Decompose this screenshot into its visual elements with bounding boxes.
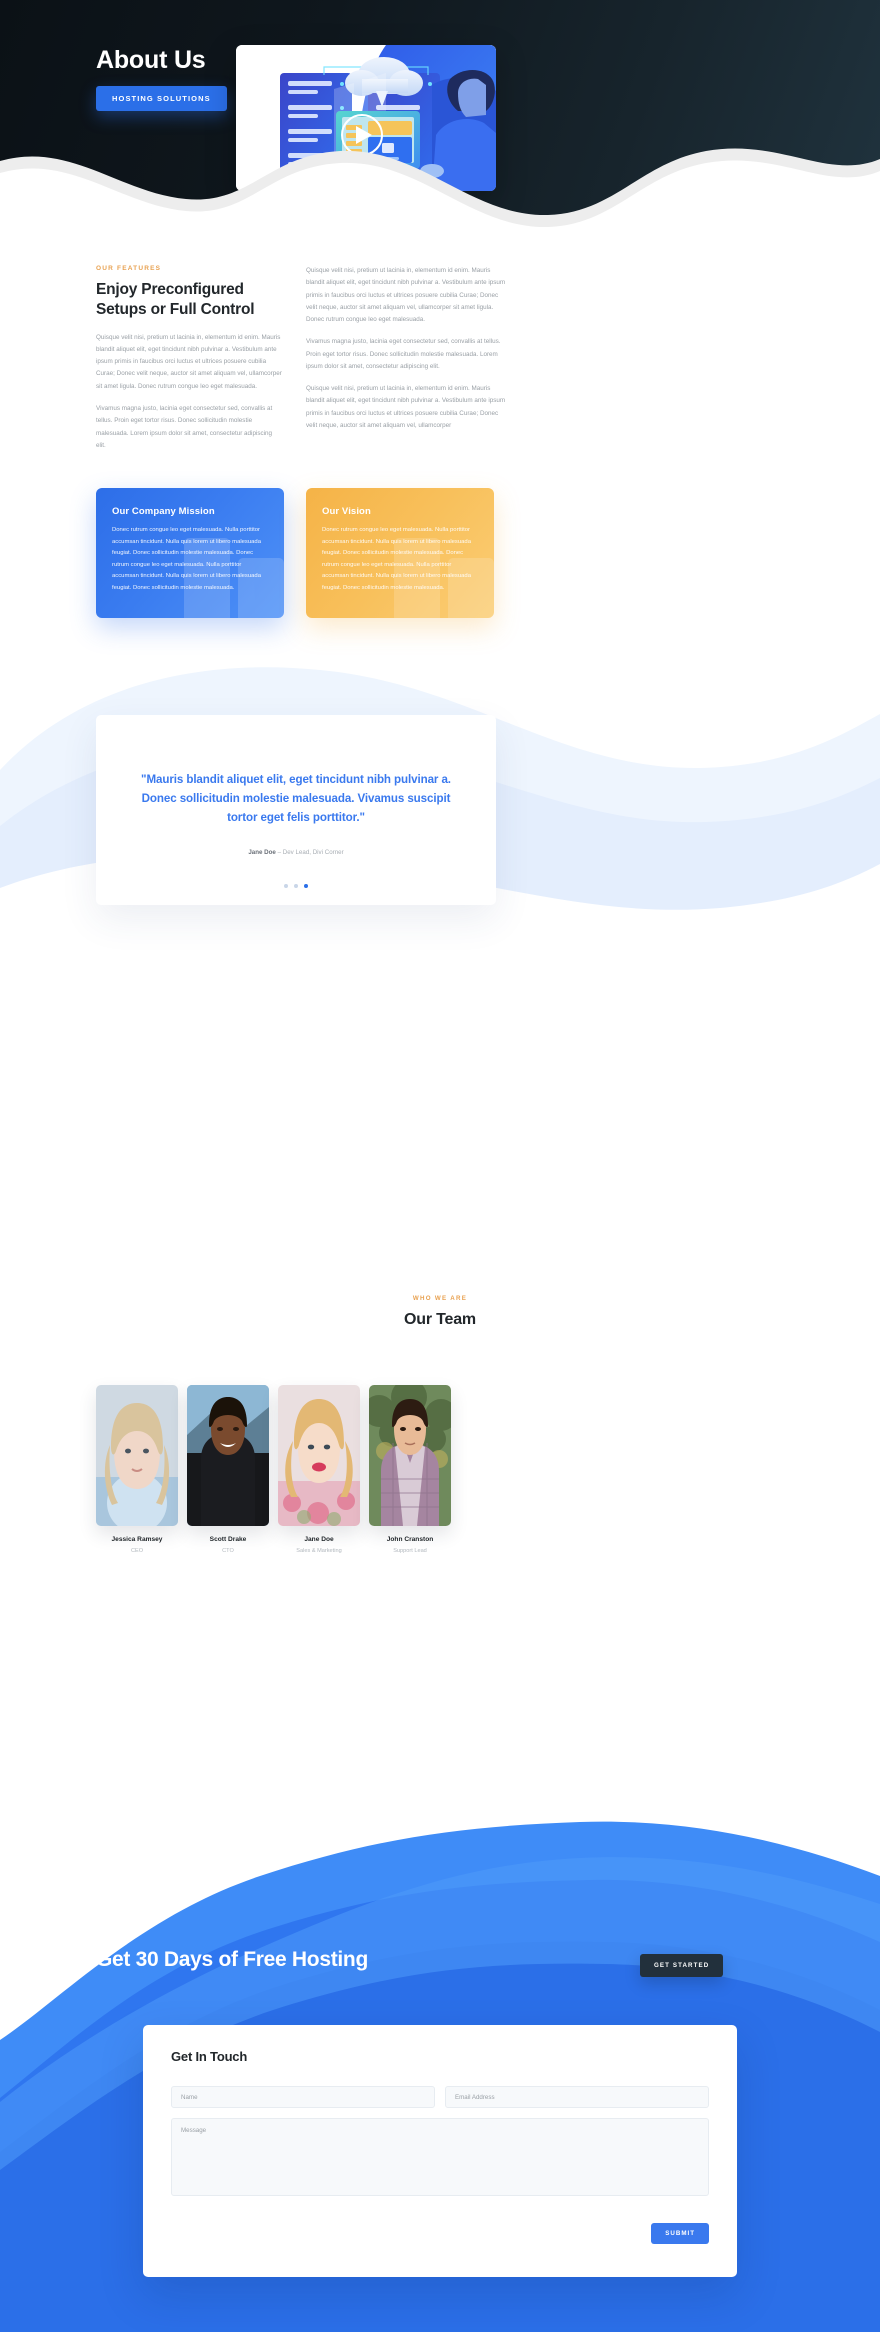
features-section: OUR FEATURES Enjoy Preconfigured Setups … [0,255,880,455]
team-member-name: Scott Drake [209,1536,247,1543]
hero-section: About Us HOSTING SOLUTIONS [0,0,880,235]
mission-card: Our Company Mission Donec rutrum congue … [96,488,284,618]
portrait-john-cranston [369,1385,451,1526]
team-section: WHO WE ARE Our Team Jessica Ramsey CEO S… [0,1295,880,1715]
message-field[interactable] [171,2118,709,2196]
testimonial-author-name: Jane Doe [248,849,276,856]
name-field[interactable] [171,2086,435,2108]
features-paragraph: Quisque velit nisi, pretium ut lacinia i… [306,267,506,324]
portrait-jessica-ramsey [96,1385,178,1526]
features-right-column: Quisque velit nisi, pretium ut lacinia i… [306,265,506,442]
features-paragraph: Quisque velit nisi, pretium ut lacinia i… [306,385,506,429]
features-heading: Enjoy Preconfigured Setups or Full Contr… [96,281,255,318]
team-title: Our Team [404,1311,476,1328]
submit-row: SUBMIT [171,2223,709,2244]
portrait-jane-doe [278,1385,360,1526]
email-field[interactable] [445,2086,709,2108]
portrait-scott-drake [187,1385,269,1526]
slider-dot-1[interactable] [284,884,288,888]
promo-cards-section: Our Company Mission Donec rutrum congue … [0,488,880,623]
team-member[interactable]: John Cranston Support Lead [369,1385,451,1554]
team-member-name: John Cranston [386,1536,434,1543]
mission-card-title: Our Company Mission [112,506,215,517]
testimonial-section: "Mauris blandit aliquet elit, eget tinci… [0,650,880,980]
team-member-role: Sales & Marketing [296,1548,342,1554]
avatar [187,1385,269,1526]
vision-card: Our Vision Donec rutrum congue leo eget … [306,488,494,618]
features-paragraph: Vivamus magna justo, lacinia eget consec… [306,338,501,370]
slider-dot-3[interactable] [304,884,308,888]
team-member[interactable]: Scott Drake CTO [187,1385,269,1554]
page-title: About Us [96,46,206,74]
team-member-role: CEO [130,1548,144,1554]
team-member[interactable]: Jane Doe Sales & Marketing [278,1385,360,1554]
team-member-name: Jessica Ramsey [111,1536,163,1543]
team-eyebrow: WHO WE ARE [412,1295,468,1302]
team-member-name: Jane Doe [304,1536,334,1543]
team-members-list: Jessica Ramsey CEO Scott Drake CTO Jane … [96,1385,784,1554]
avatar [369,1385,451,1526]
hero-wave-divider [0,148,880,235]
slider-dots[interactable] [96,884,496,888]
contact-form-row [171,2086,709,2108]
cta-title: Get 30 Days of Free Hosting [96,1948,368,1971]
mission-card-body: Donec rutrum congue leo eget malesuada. … [112,527,261,591]
team-member-role: Support Lead [393,1548,427,1554]
contact-form-title: Get In Touch [171,2049,248,2064]
testimonial-quote: "Mauris blandit aliquet elit, eget tinci… [141,773,451,824]
slider-dot-2[interactable] [294,884,298,888]
avatar [278,1385,360,1526]
testimonial-author: Jane Doe – Dev Lead, Divi Corner [96,849,496,856]
vision-card-body: Donec rutrum congue leo eget malesuada. … [322,527,471,591]
cta-section: Get 30 Days of Free Hosting GET STARTED … [0,1700,880,2332]
testimonial-card: "Mauris blandit aliquet elit, eget tinci… [96,715,496,905]
features-paragraph: Vivamus magna justo, lacinia eget consec… [96,404,273,449]
team-member[interactable]: Jessica Ramsey CEO [96,1385,178,1554]
vision-card-title: Our Vision [322,506,371,517]
team-header: WHO WE ARE Our Team [0,1295,880,1329]
about-us-page: About Us HOSTING SOLUTIONS OUR FEATURES … [0,0,880,2332]
features-paragraph: Quisque velit nisi, pretium ut lacinia i… [96,333,282,390]
submit-button[interactable]: SUBMIT [651,2223,709,2244]
features-left-column: OUR FEATURES Enjoy Preconfigured Setups … [96,265,282,462]
avatar [96,1385,178,1526]
team-member-role: CTO [222,1548,234,1554]
testimonial-author-role: – Dev Lead, Divi Corner [277,849,344,856]
get-started-button[interactable]: GET STARTED [640,1954,724,1977]
features-eyebrow: OUR FEATURES [96,265,162,272]
contact-form-card: Get In Touch SUBMIT [143,2025,737,2277]
